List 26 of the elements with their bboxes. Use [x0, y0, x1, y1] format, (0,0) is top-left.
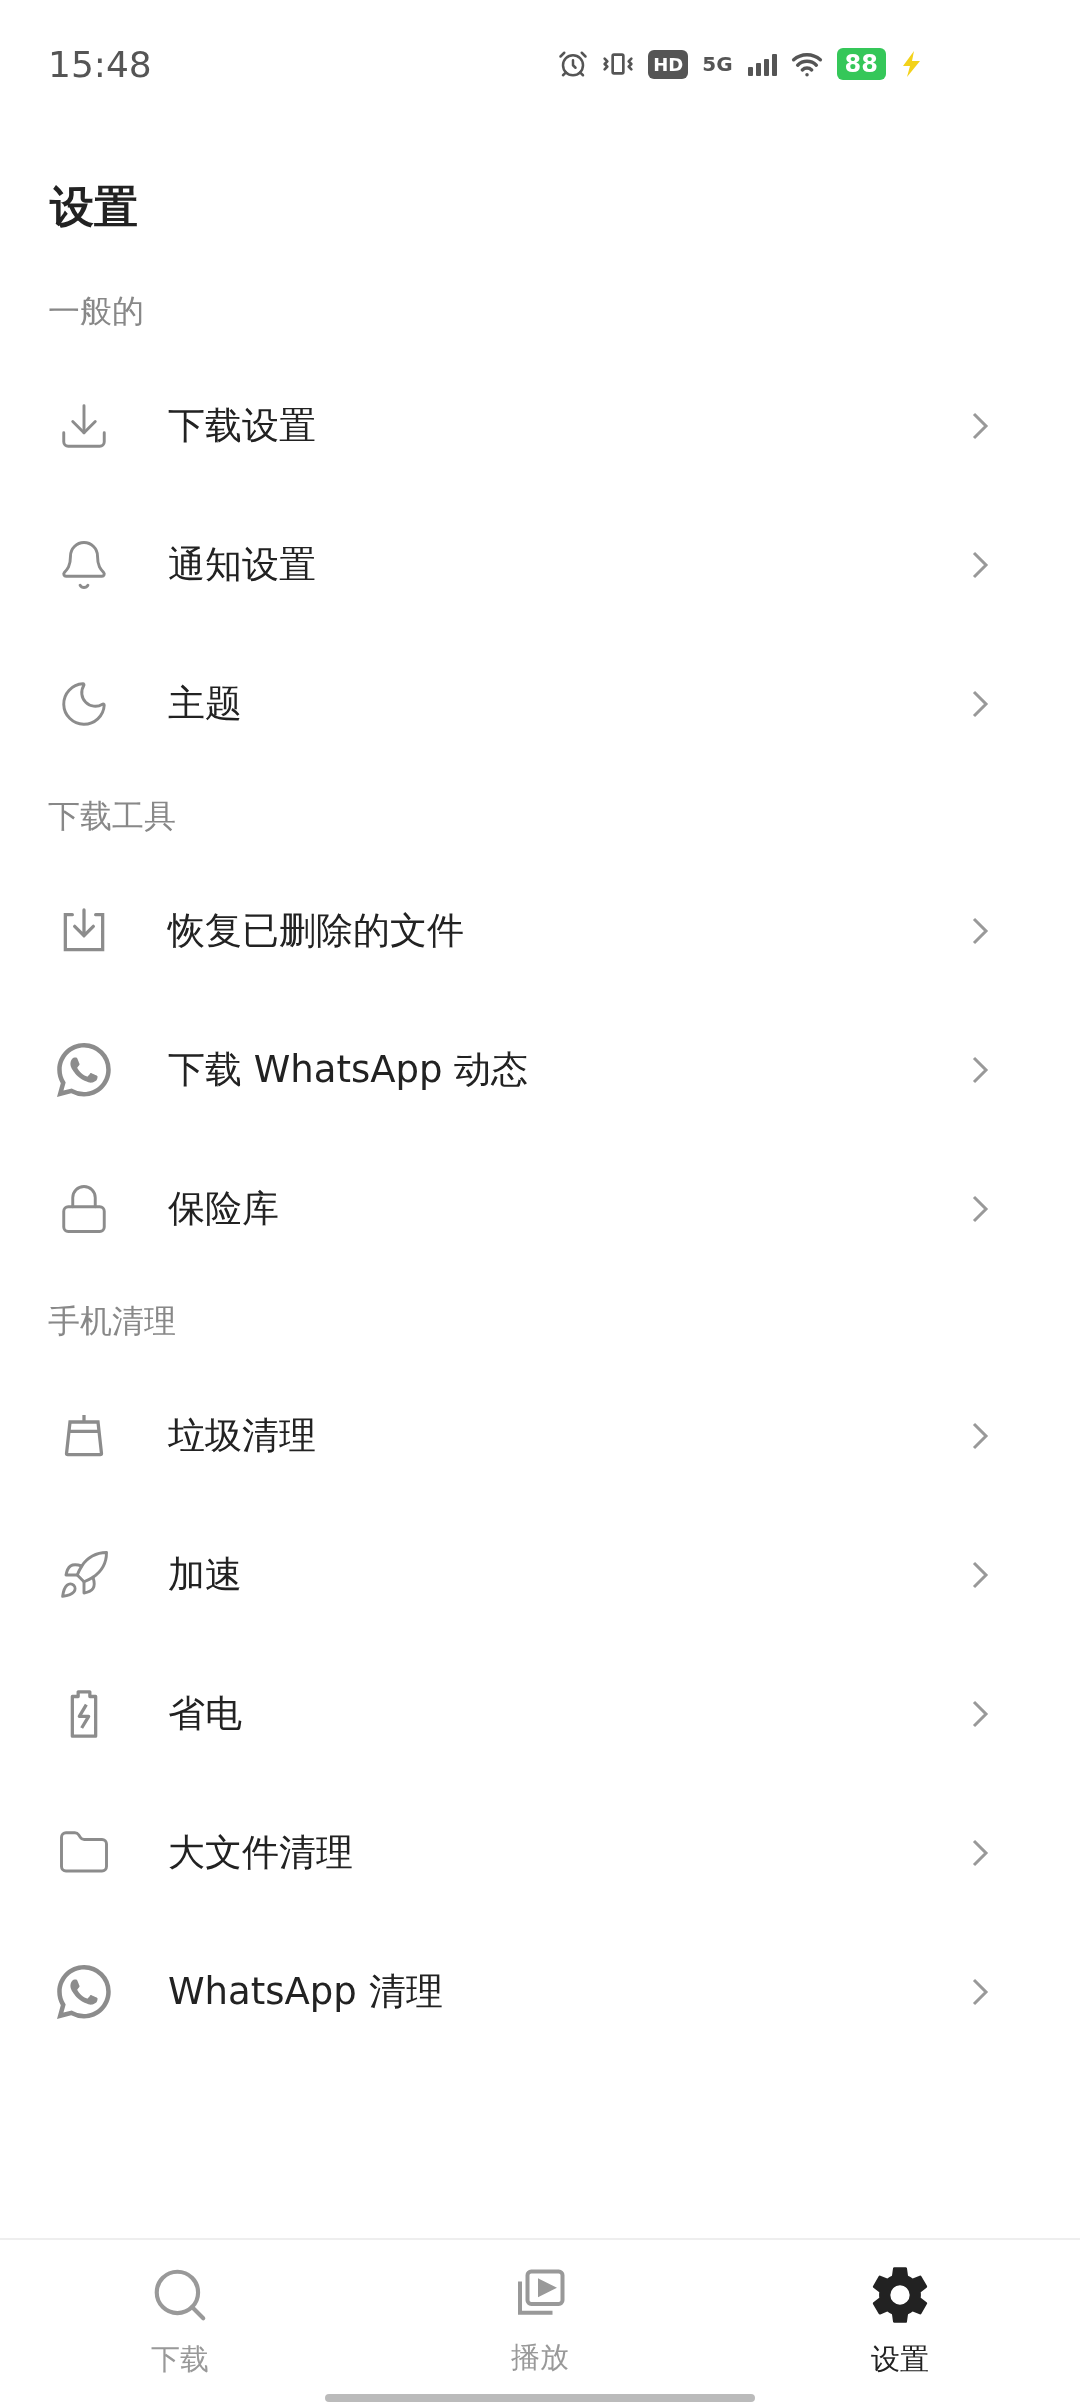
- charging-icon: [900, 50, 922, 78]
- section-header: 一般的: [47, 291, 145, 332]
- chat-phone-icon: [57, 1042, 111, 1097]
- settings-item[interactable]: 大文件清理: [168, 1827, 970, 1878]
- status-time: 15:48: [48, 43, 152, 85]
- settings-item[interactable]: 垃圾清理: [168, 1410, 970, 1461]
- settings-item[interactable]: 下载 WhatsApp 动态: [168, 1044, 970, 1095]
- settings-item[interactable]: 加速: [168, 1549, 970, 1600]
- settings-item[interactable]: 下载设置: [168, 400, 970, 451]
- battery-level: 88: [836, 48, 886, 80]
- settings-item[interactable]: 通知设置: [168, 539, 970, 590]
- chat-phone-icon: [57, 1964, 111, 2019]
- settings-item[interactable]: WhatsApp 清理: [168, 1966, 970, 2017]
- nav-tab[interactable]: 设置: [720, 2240, 1080, 2408]
- network-type: 5G: [702, 52, 733, 76]
- signal-icon: [746, 51, 777, 77]
- alarm-icon: [558, 49, 589, 79]
- home-indicator[interactable]: [325, 2394, 755, 2402]
- section-header: 下载工具: [47, 796, 177, 837]
- section-header: 手机清理: [47, 1301, 177, 1342]
- settings-item[interactable]: 主题: [168, 678, 970, 729]
- page-title: 设置: [48, 180, 139, 234]
- settings-item[interactable]: 省电: [168, 1688, 970, 1739]
- hd-indicator: HD: [648, 49, 689, 79]
- settings-item[interactable]: 恢复已删除的文件: [168, 905, 970, 956]
- settings-item[interactable]: 保险库: [168, 1183, 970, 1234]
